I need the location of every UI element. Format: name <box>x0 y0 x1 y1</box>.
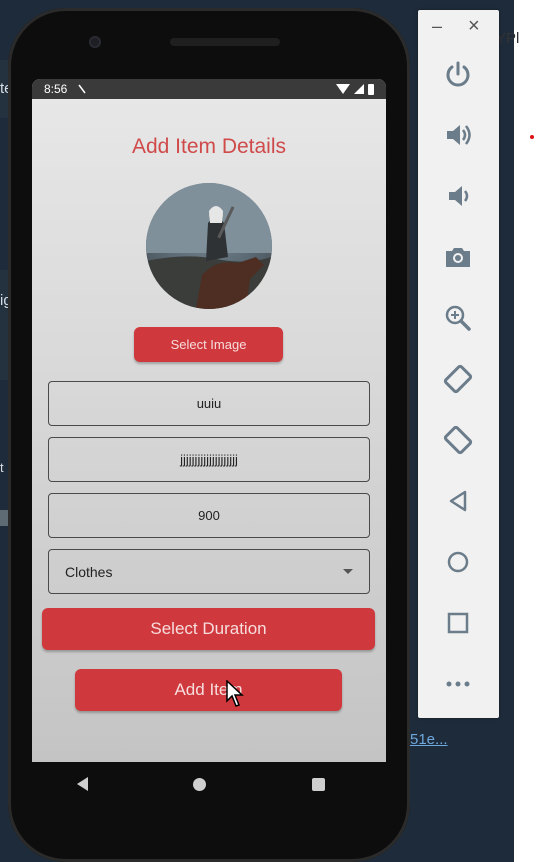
nav-recent-icon[interactable] <box>312 777 326 791</box>
category-selected: Clothes <box>65 563 113 580</box>
overview-icon <box>447 612 469 634</box>
close-button[interactable]: × <box>468 15 480 38</box>
back-button[interactable] <box>441 484 475 518</box>
rotate-right-icon <box>443 425 473 455</box>
status-bar: 8:56 <box>32 79 386 99</box>
debug-icon <box>78 84 86 94</box>
nav-back-icon[interactable] <box>76 777 88 791</box>
minimize-button[interactable]: – <box>432 16 442 37</box>
volume-down-button[interactable] <box>441 179 475 213</box>
nav-home-icon[interactable] <box>193 777 207 791</box>
emulator-side-panel: – × <box>418 10 499 718</box>
overview-button[interactable] <box>441 606 475 640</box>
page-title: Add Item Details <box>131 135 287 158</box>
rotate-left-button[interactable] <box>441 362 475 396</box>
panel-title-bar: – × <box>418 10 499 48</box>
category-dropdown[interactable]: Clothes <box>48 549 370 594</box>
phone-frame: 8:56 Add Item Details Select Image uuiu … <box>8 8 410 862</box>
zoom-icon <box>445 305 471 331</box>
home-button[interactable] <box>441 545 475 579</box>
back-icon <box>449 490 467 512</box>
select-duration-button[interactable]: Select Duration <box>42 608 375 650</box>
rotate-left-icon <box>443 364 473 394</box>
rider-image-icon <box>146 183 272 309</box>
android-nav-bar <box>24 754 378 814</box>
item-description-input[interactable]: jjjjjjjjjjjjjjjjjjjj <box>48 437 370 482</box>
volume-up-icon <box>447 125 471 145</box>
select-image-button[interactable]: Select Image <box>134 327 283 362</box>
more-button[interactable] <box>441 667 475 701</box>
battery-icon <box>368 83 374 95</box>
camera-icon <box>446 248 470 267</box>
screenshot-button[interactable] <box>441 240 475 274</box>
rotate-right-button[interactable] <box>441 423 475 457</box>
signal-icon <box>354 84 364 94</box>
power-button[interactable] <box>441 57 475 91</box>
power-icon <box>446 61 470 87</box>
status-time: 8:56 <box>44 82 68 96</box>
add-item-button[interactable]: Add Item <box>75 669 342 711</box>
item-name-input[interactable]: uuiu <box>48 381 370 426</box>
wifi-icon <box>336 84 350 94</box>
volume-up-button[interactable] <box>441 118 475 152</box>
item-price-input[interactable]: 900 <box>48 493 370 538</box>
dropdown-caret-icon <box>343 569 353 574</box>
earpiece-speaker <box>170 38 280 46</box>
notification-dot <box>530 135 534 139</box>
home-icon <box>447 551 469 573</box>
app-screen: 8:56 Add Item Details Select Image uuiu … <box>32 79 386 762</box>
zoom-button[interactable] <box>441 301 475 335</box>
mouse-cursor-icon <box>226 680 244 707</box>
more-icon <box>446 681 470 687</box>
front-camera <box>89 36 101 48</box>
ide-fragment-text: YPl <box>496 30 520 47</box>
item-image-preview <box>146 183 272 309</box>
ide-link[interactable]: 51e... <box>410 731 448 748</box>
ide-right-panel <box>514 0 536 862</box>
volume-down-icon <box>449 186 469 206</box>
